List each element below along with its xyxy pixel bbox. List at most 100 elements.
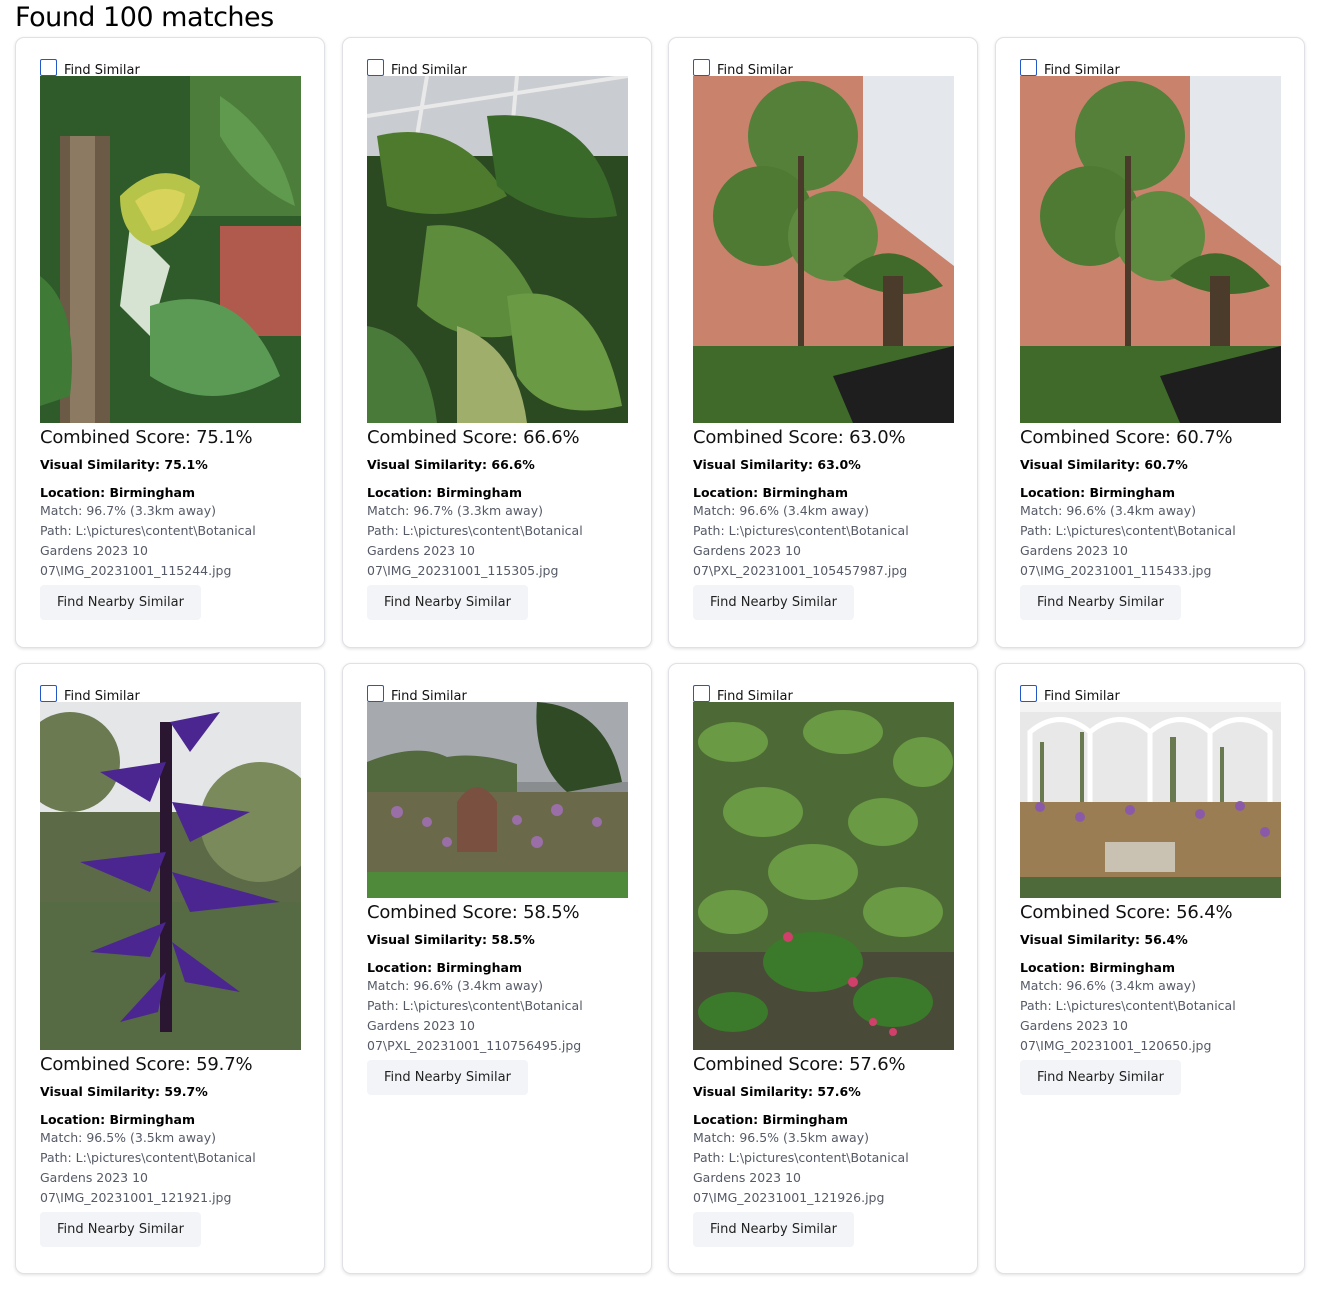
find-similar-row[interactable]: Find Similar xyxy=(1020,685,1282,704)
file-path-line-1: Path: L:\pictures\content\Botanical xyxy=(367,998,583,1013)
result-card: Find Similar Combined Score: 56.4% Visua… xyxy=(995,663,1305,1274)
find-similar-label: Find Similar xyxy=(64,63,140,78)
results-heading: Found 100 matches xyxy=(15,2,274,33)
file-path-line-1: Path: L:\pictures\content\Botanical xyxy=(1020,523,1236,538)
result-photo[interactable] xyxy=(367,702,628,898)
file-path-line-2: Gardens 2023 10 xyxy=(1020,543,1128,558)
file-path-line-1: Path: L:\pictures\content\Botanical xyxy=(40,523,256,538)
find-nearby-similar-button[interactable]: Find Nearby Similar xyxy=(693,1212,854,1247)
location: Location: Birmingham xyxy=(40,485,195,500)
file-path-line-3: 07\IMG_20231001_120650.jpg xyxy=(1020,1038,1212,1053)
find-similar-row[interactable]: Find Similar xyxy=(1020,59,1282,78)
find-similar-label: Find Similar xyxy=(1044,689,1120,704)
location: Location: Birmingham xyxy=(40,1112,195,1127)
find-similar-row[interactable]: Find Similar xyxy=(367,685,629,704)
location: Location: Birmingham xyxy=(693,1112,848,1127)
find-similar-checkbox[interactable] xyxy=(367,685,384,702)
result-photo[interactable] xyxy=(367,76,628,423)
location: Location: Birmingham xyxy=(1020,485,1175,500)
find-similar-checkbox[interactable] xyxy=(1020,685,1037,702)
file-path-line-2: Gardens 2023 10 xyxy=(40,543,148,558)
location-match: Match: 96.6% (3.4km away) xyxy=(1020,978,1196,993)
find-similar-label: Find Similar xyxy=(391,689,467,704)
find-similar-row[interactable]: Find Similar xyxy=(40,59,302,78)
find-nearby-similar-button[interactable]: Find Nearby Similar xyxy=(367,1060,528,1095)
visual-similarity: Visual Similarity: 57.6% xyxy=(693,1084,861,1099)
visual-similarity: Visual Similarity: 60.7% xyxy=(1020,457,1188,472)
find-similar-checkbox[interactable] xyxy=(367,59,384,76)
file-path-line-3: 07\IMG_20231001_115244.jpg xyxy=(40,563,232,578)
location-match: Match: 96.5% (3.5km away) xyxy=(693,1130,869,1145)
location-match: Match: 96.7% (3.3km away) xyxy=(40,503,216,518)
result-photo[interactable] xyxy=(40,702,301,1050)
location-match: Match: 96.6% (3.4km away) xyxy=(1020,503,1196,518)
location: Location: Birmingham xyxy=(1020,960,1175,975)
result-card: Find Similar Combined Score: 59.7% Visua… xyxy=(15,663,325,1274)
result-photo[interactable] xyxy=(1020,702,1281,898)
find-similar-label: Find Similar xyxy=(717,63,793,78)
find-nearby-similar-button[interactable]: Find Nearby Similar xyxy=(367,585,528,620)
file-path-line-2: Gardens 2023 10 xyxy=(40,1170,148,1185)
find-nearby-similar-button[interactable]: Find Nearby Similar xyxy=(693,585,854,620)
visual-similarity: Visual Similarity: 59.7% xyxy=(40,1084,208,1099)
find-nearby-similar-button[interactable]: Find Nearby Similar xyxy=(1020,585,1181,620)
combined-score: Combined Score: 58.5% xyxy=(367,902,580,923)
file-path-line-3: 07\IMG_20231001_121926.jpg xyxy=(693,1190,885,1205)
result-card: Find Similar Combined Score: 66.6% Visua… xyxy=(342,37,652,648)
result-photo[interactable] xyxy=(693,76,954,423)
visual-similarity: Visual Similarity: 56.4% xyxy=(1020,932,1188,947)
find-similar-row[interactable]: Find Similar xyxy=(367,59,629,77)
file-path-line-2: Gardens 2023 10 xyxy=(367,543,475,558)
location: Location: Birmingham xyxy=(367,960,522,975)
find-similar-checkbox[interactable] xyxy=(40,59,57,76)
result-photo[interactable] xyxy=(40,76,301,423)
result-card: Find Similar Combined Score: 75.1% Visua… xyxy=(15,37,325,648)
find-nearby-similar-button[interactable]: Find Nearby Similar xyxy=(40,1212,201,1247)
file-path-line-3: 07\IMG_20231001_115433.jpg xyxy=(1020,563,1212,578)
find-nearby-similar-button[interactable]: Find Nearby Similar xyxy=(40,585,201,620)
file-path-line-2: Gardens 2023 10 xyxy=(367,1018,475,1033)
find-similar-row[interactable]: Find Similar xyxy=(693,59,955,78)
location-match: Match: 96.6% (3.4km away) xyxy=(693,503,869,518)
location-match: Match: 96.6% (3.4km away) xyxy=(367,978,543,993)
file-path-line-3: 07\PXL_20231001_105457987.jpg xyxy=(693,563,908,578)
file-path-line-2: Gardens 2023 10 xyxy=(693,543,801,558)
find-similar-checkbox[interactable] xyxy=(693,685,710,702)
file-path-line-1: Path: L:\pictures\content\Botanical xyxy=(1020,998,1236,1013)
find-similar-row[interactable]: Find Similar xyxy=(40,685,302,704)
visual-similarity: Visual Similarity: 75.1% xyxy=(40,457,208,472)
visual-similarity: Visual Similarity: 63.0% xyxy=(693,457,861,472)
file-path-line-3: 07\PXL_20231001_110756495.jpg xyxy=(367,1038,582,1053)
result-photo[interactable] xyxy=(1020,76,1281,423)
combined-score: Combined Score: 75.1% xyxy=(40,427,253,448)
location: Location: Birmingham xyxy=(367,485,522,500)
find-similar-label: Find Similar xyxy=(64,689,140,704)
find-similar-checkbox[interactable] xyxy=(693,59,710,76)
result-card: Find Similar Combined Score: 58.5% Visua… xyxy=(342,663,652,1274)
location-match: Match: 96.5% (3.5km away) xyxy=(40,1130,216,1145)
visual-similarity: Visual Similarity: 66.6% xyxy=(367,457,535,472)
result-card: Find Similar Combined Score: 60.7% Visua… xyxy=(995,37,1305,648)
file-path-line-3: 07\IMG_20231001_121921.jpg xyxy=(40,1190,232,1205)
result-card: Find Similar Combined Score: 63.0% Visua… xyxy=(668,37,978,648)
combined-score: Combined Score: 59.7% xyxy=(40,1054,253,1075)
result-card: Find Similar Combined Score: 57.6% Visua… xyxy=(668,663,978,1274)
file-path-line-1: Path: L:\pictures\content\Botanical xyxy=(693,1150,909,1165)
file-path-line-2: Gardens 2023 10 xyxy=(1020,1018,1128,1033)
find-similar-label: Find Similar xyxy=(1044,63,1120,78)
find-similar-checkbox[interactable] xyxy=(40,685,57,702)
find-nearby-similar-button[interactable]: Find Nearby Similar xyxy=(1020,1060,1181,1095)
result-photo[interactable] xyxy=(693,702,954,1050)
find-similar-checkbox[interactable] xyxy=(1020,59,1037,76)
file-path-line-2: Gardens 2023 10 xyxy=(693,1170,801,1185)
file-path-line-1: Path: L:\pictures\content\Botanical xyxy=(693,523,909,538)
location: Location: Birmingham xyxy=(693,485,848,500)
combined-score: Combined Score: 66.6% xyxy=(367,427,580,448)
combined-score: Combined Score: 57.6% xyxy=(693,1054,906,1075)
find-similar-row[interactable]: Find Similar xyxy=(693,685,955,703)
file-path-line-1: Path: L:\pictures\content\Botanical xyxy=(40,1150,256,1165)
file-path-line-1: Path: L:\pictures\content\Botanical xyxy=(367,523,583,538)
combined-score: Combined Score: 63.0% xyxy=(693,427,906,448)
file-path-line-3: 07\IMG_20231001_115305.jpg xyxy=(367,563,559,578)
combined-score: Combined Score: 56.4% xyxy=(1020,902,1233,923)
